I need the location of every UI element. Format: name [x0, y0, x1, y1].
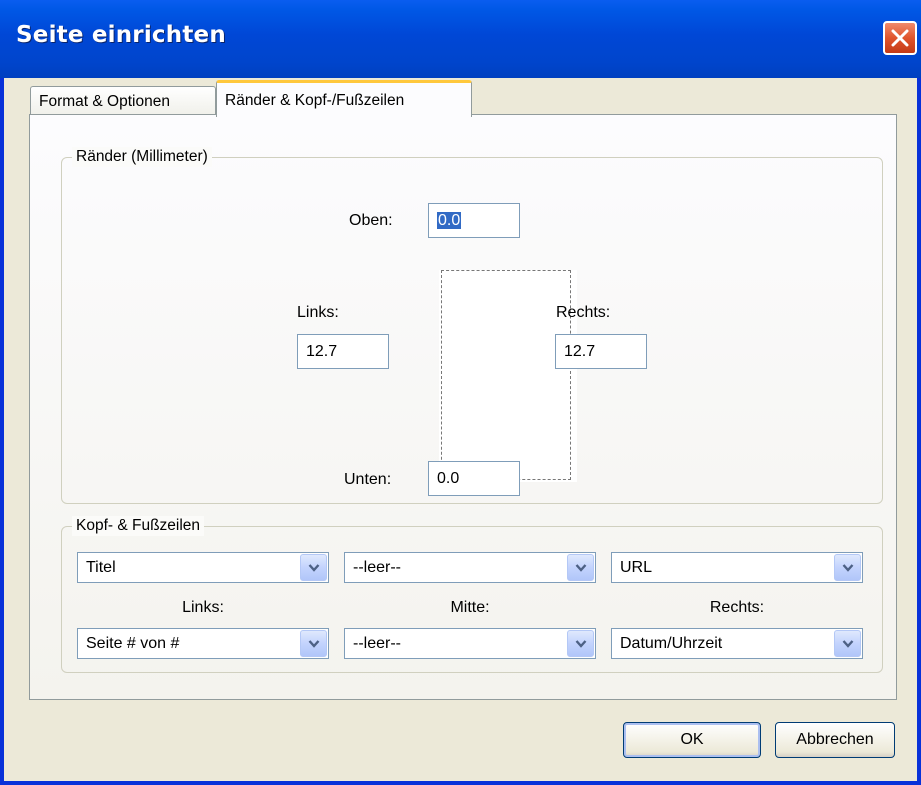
- header-left-value: Titel: [86, 559, 116, 576]
- tab-format-options[interactable]: Format & Optionen: [30, 86, 216, 115]
- dropdown-arrow[interactable]: [834, 554, 861, 581]
- dropdown-arrow[interactable]: [834, 630, 861, 657]
- chevron-down-icon: [308, 640, 320, 648]
- close-button[interactable]: [883, 21, 917, 55]
- tab-panel: Ränder (Millimeter) Oben: 0.0 Links: 12.…: [29, 114, 897, 700]
- headers-footers-legend: Kopf- & Fußzeilen: [72, 516, 205, 536]
- bottom-margin-input[interactable]: 0.0: [428, 461, 520, 496]
- chevron-down-icon: [842, 564, 854, 572]
- dropdown-arrow[interactable]: [567, 554, 594, 581]
- right-margin-label: Rechts:: [556, 304, 611, 321]
- header-center-select[interactable]: --leer--: [344, 552, 596, 583]
- left-margin-label: Links:: [297, 304, 339, 321]
- header-left-select[interactable]: Titel: [77, 552, 329, 583]
- chevron-down-icon: [842, 640, 854, 648]
- left-margin-input[interactable]: 12.7: [297, 334, 389, 369]
- chevron-down-icon: [575, 640, 587, 648]
- dropdown-arrow[interactable]: [300, 554, 327, 581]
- top-margin-value: 0.0: [437, 212, 462, 229]
- top-margin-input[interactable]: 0.0: [428, 203, 520, 238]
- tab-margins-headers[interactable]: Ränder & Kopf-/Fußzeilen: [216, 80, 472, 117]
- close-icon: [891, 29, 909, 47]
- bottom-margin-label: Unten:: [344, 471, 392, 488]
- margins-legend: Ränder (Millimeter): [72, 147, 212, 167]
- window-title: Seite einrichten: [16, 22, 226, 48]
- dropdown-arrow[interactable]: [567, 630, 594, 657]
- chevron-down-icon: [575, 564, 587, 572]
- center-position-label: Mitte:: [450, 599, 490, 616]
- ok-button[interactable]: OK: [623, 722, 761, 758]
- page-preview: [439, 270, 577, 482]
- top-margin-label: Oben:: [349, 212, 393, 229]
- title-bar[interactable]: Seite einrichten: [0, 0, 921, 78]
- margin-outline: [441, 270, 571, 480]
- footer-center-value: --leer--: [353, 635, 401, 652]
- dropdown-arrow[interactable]: [300, 630, 327, 657]
- header-right-value: URL: [620, 559, 653, 576]
- footer-left-value: Seite # von #: [86, 635, 180, 652]
- footer-right-value: Datum/Uhrzeit: [620, 635, 723, 652]
- header-center-value: --leer--: [353, 559, 401, 576]
- chevron-down-icon: [308, 564, 320, 572]
- footer-left-select[interactable]: Seite # von #: [77, 628, 329, 659]
- margins-group: Ränder (Millimeter) Oben: 0.0 Links: 12.…: [61, 147, 883, 504]
- footer-center-select[interactable]: --leer--: [344, 628, 596, 659]
- page-setup-dialog: Seite einrichten Format & Optionen Rände…: [0, 0, 921, 785]
- right-position-label: Rechts:: [709, 599, 765, 616]
- cancel-button[interactable]: Abbrechen: [775, 722, 895, 758]
- footer-right-select[interactable]: Datum/Uhrzeit: [611, 628, 863, 659]
- header-right-select[interactable]: URL: [611, 552, 863, 583]
- left-position-label: Links:: [182, 599, 224, 616]
- headers-footers-group: Kopf- & Fußzeilen Titel --leer-- URL Lin…: [61, 516, 883, 673]
- right-margin-input[interactable]: 12.7: [555, 334, 647, 369]
